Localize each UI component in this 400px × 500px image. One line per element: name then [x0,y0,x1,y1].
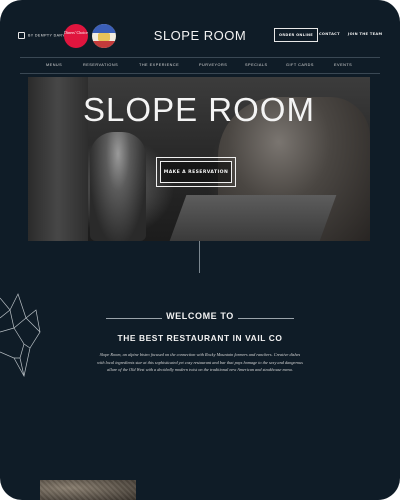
partner-logo-icon [18,32,25,39]
nav-item-the-experience[interactable]: THE EXPERIENCE [139,63,179,67]
hero-person-image [90,132,146,241]
welcome-heading: WELCOME TO [166,311,234,321]
main-nav: MENUS RESERVATIONS THE EXPERIENCE PURVEY… [20,60,380,72]
badge-middle [98,33,110,41]
make-reservation-label: MAKE A RESERVATION [160,161,232,183]
gallery-thumbnail[interactable] [40,480,136,500]
badge-top [92,24,116,33]
welcome-description: Slope Room, an alpine bistro focused on … [97,352,303,373]
make-reservation-button[interactable]: MAKE A RESERVATION [156,157,236,187]
partner-label: BY DEMPTY DARY [28,33,66,38]
partner-logo[interactable]: BY DEMPTY DARY [18,32,65,39]
hero-banner: SLOPE ROOM MAKE A RESERVATION [28,77,370,241]
welcome-rule-right [238,318,294,319]
join-team-link[interactable]: JOIN THE TEAM [348,32,382,36]
order-online-button[interactable]: ORDER ONLINE [274,28,319,42]
welcome-rule-left [106,318,162,319]
top-bar: BY DEMPTY DARY Diners' Choice SLOPE ROOM… [0,18,400,54]
nav-divider-top [20,57,380,58]
nav-divider-bottom [20,73,380,74]
contact-link[interactable]: CONTACT [319,32,340,36]
diners-choice-badge[interactable]: Diners' Choice [64,24,88,48]
nav-item-events[interactable]: EVENTS [334,63,352,67]
welcome-heading-row: WELCOME TO [100,310,300,326]
nav-item-purveyors[interactable]: PURVEYORS [199,63,227,67]
wolf-geometric-icon [0,293,41,377]
nav-item-gift-cards[interactable]: GIFT CARDS [286,63,314,67]
nav-item-specials[interactable]: SPECIALS [245,63,268,67]
brand-logo[interactable]: SLOPE ROOM [140,28,260,43]
nav-item-menus[interactable]: MENUS [46,63,62,67]
hero-connector-line [199,241,200,273]
badge-bottom [92,41,116,48]
hero-table-image [169,195,337,241]
opentable-badge[interactable] [92,24,116,48]
hero-title: SLOPE ROOM [83,91,315,128]
nav-item-reservations[interactable]: RESERVATIONS [83,63,118,67]
page-frame: BY DEMPTY DARY Diners' Choice SLOPE ROOM… [0,0,400,500]
welcome-subheading: THE BEST RESTAURANT IN VAIL CO [117,333,283,343]
